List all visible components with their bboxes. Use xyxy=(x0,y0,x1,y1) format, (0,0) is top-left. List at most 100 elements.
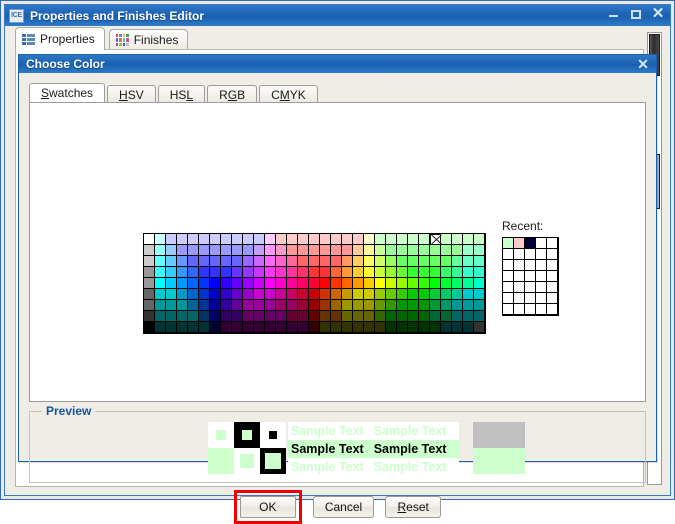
swatch-cell[interactable] xyxy=(199,289,210,300)
swatch-cell[interactable] xyxy=(265,289,276,300)
swatch-cell[interactable] xyxy=(353,322,364,333)
swatch-cell[interactable] xyxy=(155,322,166,333)
swatch-cell[interactable] xyxy=(397,300,408,311)
swatch-cell[interactable] xyxy=(441,289,452,300)
swatch-cell[interactable] xyxy=(331,245,342,256)
swatch-cell[interactable] xyxy=(452,311,463,322)
swatch-cell[interactable] xyxy=(375,245,386,256)
swatch-cell[interactable] xyxy=(474,267,485,278)
swatch-cell[interactable] xyxy=(430,311,441,322)
swatch-cell[interactable] xyxy=(386,256,397,267)
swatch-cell[interactable] xyxy=(430,267,441,278)
swatch-cell[interactable] xyxy=(364,234,375,245)
swatch-cell[interactable] xyxy=(353,234,364,245)
swatch-cell[interactable] xyxy=(353,267,364,278)
tab-cmyk[interactable]: C M YK xyxy=(259,85,318,103)
swatch-cell[interactable] xyxy=(221,322,232,333)
swatch-cell[interactable] xyxy=(232,234,243,245)
swatch-cell[interactable] xyxy=(375,311,386,322)
swatch-cell[interactable] xyxy=(309,234,320,245)
swatch-cell[interactable] xyxy=(397,234,408,245)
swatch-cell[interactable] xyxy=(177,311,188,322)
swatch-cell[interactable] xyxy=(463,300,474,311)
swatch-cell[interactable] xyxy=(276,289,287,300)
swatch-cell[interactable] xyxy=(265,234,276,245)
swatch-cell[interactable] xyxy=(254,311,265,322)
swatch-cell[interactable] xyxy=(210,256,221,267)
minimize-icon[interactable] xyxy=(606,6,622,22)
swatch-cell[interactable] xyxy=(386,267,397,278)
swatch-cell[interactable] xyxy=(452,245,463,256)
swatch-cell[interactable] xyxy=(199,300,210,311)
swatch-cell[interactable] xyxy=(452,267,463,278)
swatch-cell[interactable] xyxy=(144,278,155,289)
swatch-cell[interactable] xyxy=(243,256,254,267)
swatch-cell[interactable] xyxy=(177,234,188,245)
swatch-cell[interactable] xyxy=(287,289,298,300)
recent-swatch-cell[interactable] xyxy=(503,304,514,315)
swatch-cell[interactable] xyxy=(430,300,441,311)
swatch-cell[interactable] xyxy=(232,245,243,256)
swatch-cell[interactable] xyxy=(452,256,463,267)
swatch-cell[interactable] xyxy=(276,322,287,333)
recent-swatch-cell[interactable] xyxy=(525,271,536,282)
swatch-cell[interactable] xyxy=(221,267,232,278)
swatch-cell[interactable] xyxy=(199,311,210,322)
swatch-cell[interactable] xyxy=(452,322,463,333)
swatch-cell[interactable] xyxy=(287,256,298,267)
swatch-cell[interactable] xyxy=(265,278,276,289)
recent-swatch-cell[interactable] xyxy=(525,249,536,260)
swatch-cell[interactable] xyxy=(298,245,309,256)
swatch-cell[interactable] xyxy=(364,300,375,311)
swatch-cell[interactable] xyxy=(309,322,320,333)
swatch-cell[interactable] xyxy=(243,234,254,245)
swatch-cell[interactable] xyxy=(430,322,441,333)
swatch-cell[interactable] xyxy=(144,234,155,245)
swatch-cell[interactable] xyxy=(298,322,309,333)
recent-swatch-cell[interactable] xyxy=(547,304,558,315)
swatch-cell[interactable] xyxy=(221,311,232,322)
swatch-cell[interactable] xyxy=(375,256,386,267)
swatch-cell[interactable] xyxy=(441,245,452,256)
swatch-cell[interactable] xyxy=(221,245,232,256)
swatch-cell[interactable] xyxy=(463,267,474,278)
swatch-cell[interactable] xyxy=(320,311,331,322)
swatch-cell[interactable] xyxy=(397,267,408,278)
swatch-cell[interactable] xyxy=(320,234,331,245)
swatch-cell[interactable] xyxy=(166,278,177,289)
swatch-cell[interactable] xyxy=(287,245,298,256)
swatch-cell[interactable] xyxy=(166,311,177,322)
swatch-cell[interactable] xyxy=(144,300,155,311)
swatch-cell[interactable] xyxy=(463,245,474,256)
swatch-cell[interactable] xyxy=(408,256,419,267)
swatch-cell[interactable] xyxy=(199,245,210,256)
recent-swatch-cell[interactable] xyxy=(514,304,525,315)
swatch-cell[interactable] xyxy=(452,300,463,311)
swatch-cell[interactable] xyxy=(309,245,320,256)
swatch-cell[interactable] xyxy=(309,256,320,267)
swatch-cell[interactable] xyxy=(397,245,408,256)
recent-swatch-cell[interactable] xyxy=(525,282,536,293)
swatch-cell[interactable] xyxy=(386,322,397,333)
swatch-cell[interactable] xyxy=(276,234,287,245)
swatch-cell[interactable] xyxy=(353,289,364,300)
swatch-cell[interactable] xyxy=(441,322,452,333)
swatch-cell[interactable] xyxy=(210,322,221,333)
recent-swatch-cell[interactable] xyxy=(514,260,525,271)
swatch-cell[interactable] xyxy=(474,256,485,267)
swatch-cell[interactable] xyxy=(320,245,331,256)
dialog-titlebar[interactable]: Choose Color ✕ xyxy=(19,55,656,73)
swatch-cell[interactable] xyxy=(254,322,265,333)
swatch-cell[interactable] xyxy=(166,289,177,300)
swatch-cell[interactable] xyxy=(419,278,430,289)
swatch-cell[interactable] xyxy=(463,256,474,267)
reset-button[interactable]: Reset xyxy=(385,496,442,518)
swatch-cell[interactable] xyxy=(254,234,265,245)
swatch-cell[interactable] xyxy=(419,311,430,322)
swatch-cell[interactable] xyxy=(199,278,210,289)
swatch-cell[interactable] xyxy=(298,300,309,311)
swatch-cell[interactable] xyxy=(430,278,441,289)
swatch-cell[interactable] xyxy=(243,322,254,333)
swatch-cell[interactable] xyxy=(408,289,419,300)
swatch-cell[interactable] xyxy=(386,245,397,256)
